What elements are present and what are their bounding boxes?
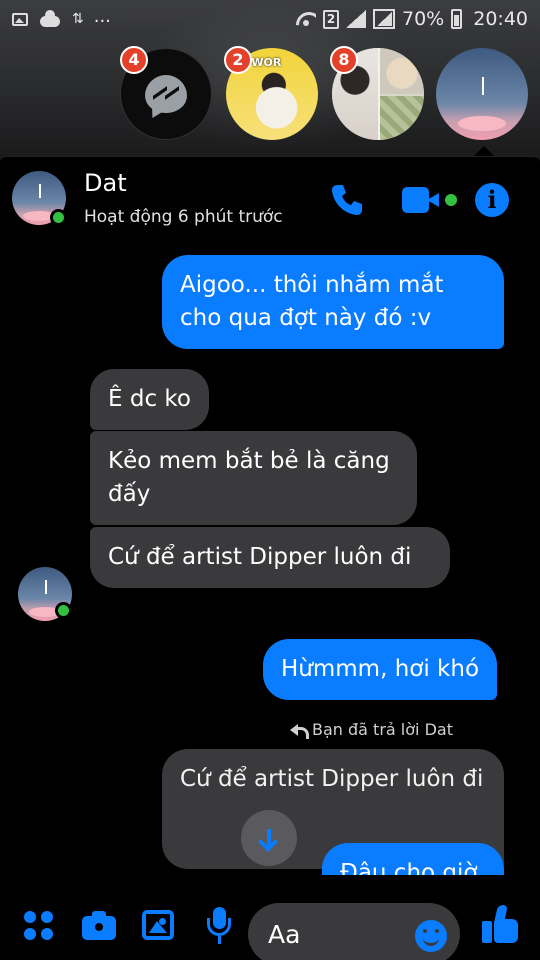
- sim-icon: 2: [323, 9, 339, 29]
- message-incoming[interactable]: Ê dc ko: [90, 369, 209, 430]
- message-outgoing[interactable]: Aigoo... thôi nhắm mắt cho qua đợt này đ…: [162, 255, 504, 349]
- status-bar: ⇅ ... 2 70% 20:40: [0, 0, 540, 38]
- signal-icon: [346, 10, 366, 28]
- active-head-pointer: [474, 146, 494, 156]
- wifi-icon: [296, 10, 316, 28]
- more-dots-icon: ...: [93, 5, 111, 27]
- scroll-to-bottom-button[interactable]: [241, 810, 297, 866]
- reply-hint-text: Bạn đã trả lời Dat: [312, 720, 453, 739]
- messenger-icon: [145, 75, 187, 113]
- unread-badge: 2: [224, 46, 252, 74]
- message-input-placeholder: Aa: [268, 919, 301, 949]
- reply-hint: Bạn đã trả lời Dat: [290, 720, 453, 739]
- cloud-icon: [40, 9, 60, 27]
- reply-arrow-icon: [290, 723, 309, 739]
- clock: 20:40: [473, 8, 528, 30]
- signal-full-icon: [373, 9, 395, 29]
- more-grid-icon[interactable]: [24, 911, 54, 941]
- battery-icon: [451, 9, 463, 29]
- arrow-down-icon: [267, 829, 271, 847]
- video-icon[interactable]: [402, 187, 442, 213]
- unread-badge: 4: [120, 46, 148, 74]
- message-outgoing[interactable]: Hừmmm, hơi khó: [263, 639, 498, 700]
- data-transfer-icon: ⇅: [72, 11, 84, 27]
- image-icon[interactable]: [142, 910, 174, 940]
- chat-head-active-contact[interactable]: [436, 48, 528, 140]
- info-icon[interactable]: i: [475, 183, 509, 217]
- battery-percent: 70%: [402, 8, 445, 30]
- message-incoming[interactable]: Kẻo mem bắt bẻ là căng đấy: [90, 431, 417, 525]
- like-icon[interactable]: [482, 905, 518, 943]
- phone-icon[interactable]: [330, 183, 364, 217]
- message-incoming[interactable]: Cứ để artist Dipper luôn đi: [90, 527, 450, 588]
- contact-status: Hoạt động 6 phút trước: [84, 207, 283, 227]
- composer: Aa: [0, 875, 540, 960]
- camera-icon[interactable]: [82, 911, 116, 940]
- microphone-icon[interactable]: [206, 907, 232, 945]
- gallery-icon: [12, 12, 28, 26]
- chat-header: Dat Hoạt động 6 phút trước i: [0, 157, 540, 241]
- video-online-dot: [445, 194, 457, 206]
- online-indicator: [50, 209, 67, 226]
- emoji-icon[interactable]: [415, 920, 447, 952]
- contact-name[interactable]: Dat: [84, 169, 127, 197]
- message-outgoing-partial[interactable]: Đâu cho giờ: [322, 843, 504, 875]
- online-indicator: [55, 602, 72, 619]
- unread-badge: 8: [330, 46, 358, 74]
- chat-panel: Dat Hoạt động 6 phút trước i Aigoo... th…: [0, 156, 540, 960]
